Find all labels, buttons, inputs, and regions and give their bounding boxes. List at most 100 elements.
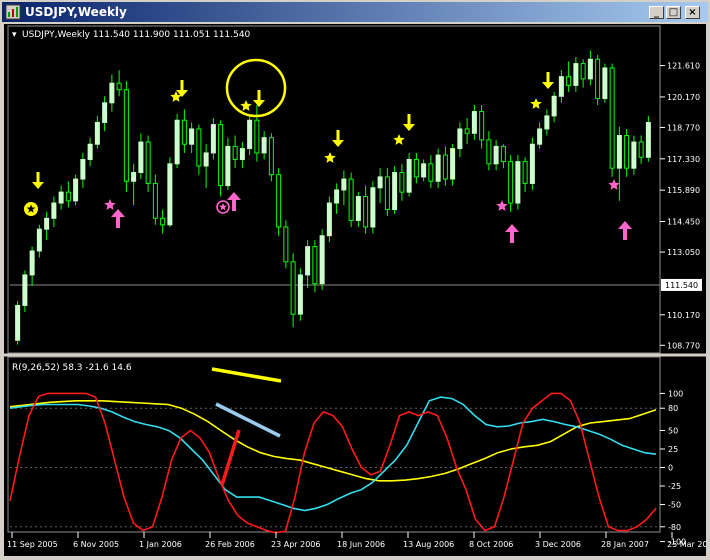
candle-body: [334, 189, 340, 204]
osc-tick-label: 25: [668, 445, 678, 454]
highlight-circle: [225, 58, 287, 118]
candle-body: [587, 58, 593, 80]
chart-canvas[interactable]: ▾ USDJPY,Weekly 111.540 111.900 111.051 …: [4, 24, 710, 556]
close-button[interactable]: ×: [685, 6, 700, 19]
price-tick-label: 121.610: [667, 62, 700, 71]
candle-body: [290, 261, 296, 315]
candle-body: [145, 141, 151, 184]
date-tick-label: 6 Nov 2005: [73, 540, 119, 549]
dropdown-triangle-icon[interactable]: ▾: [12, 30, 17, 40]
candle-body: [522, 161, 528, 184]
osc-tick-label: -80: [668, 523, 681, 532]
oscillator-label: R(9,26,52) 58.3 -21.6 14.6: [12, 363, 132, 373]
candle-body: [232, 145, 238, 160]
candle-body: [189, 128, 195, 145]
candle-body: [109, 82, 115, 104]
date-tick-label: 8 Oct 2006: [469, 540, 513, 549]
candle-body: [508, 161, 514, 204]
osc-tick-label: -50: [668, 501, 681, 510]
candle-body: [196, 128, 202, 167]
minimize-button[interactable]: _: [649, 6, 664, 19]
candle-body: [51, 202, 57, 219]
candle-body: [305, 246, 311, 276]
star-icon: [104, 199, 116, 210]
down-arrow-icon: [253, 90, 265, 107]
up-arrow-icon: [618, 221, 632, 240]
candle-body: [377, 176, 383, 189]
star-icon: [530, 98, 542, 109]
current-price-label: 111.540: [665, 281, 698, 290]
red-trend-line: [220, 429, 241, 486]
candle-body: [529, 143, 535, 184]
date-tick-label: 25 Mar 2007: [667, 540, 706, 549]
yellow-trend-line: [211, 367, 282, 383]
oscillator-line: [9, 396, 657, 512]
osc-tick-label: 50: [668, 426, 678, 435]
down-arrow-icon: [176, 80, 188, 97]
candle-body: [370, 187, 376, 228]
candle-body: [44, 217, 50, 230]
candle-body: [102, 102, 108, 123]
osc-tick-label: 80: [668, 404, 678, 413]
title-bar[interactable]: USDJPY,Weekly _ □ ×: [2, 2, 708, 22]
candle-body: [363, 196, 369, 228]
candle-body: [500, 145, 506, 163]
oscillator-line: [9, 399, 657, 482]
chart-window: USDJPY,Weekly _ □ × ▾ USDJPY,Weekly 111.…: [0, 0, 710, 559]
chart-header-label: USDJPY,Weekly 111.540 111.900 111.051 11…: [22, 30, 251, 40]
candle-body: [558, 76, 564, 97]
date-tick-label: 28 Jan 2007: [601, 540, 649, 549]
oscillator-line: [9, 392, 657, 534]
price-tick-label: 114.450: [667, 218, 700, 227]
candle-body: [537, 128, 543, 145]
price-tick-label: 113.050: [667, 248, 700, 257]
star-icon: [393, 134, 405, 145]
chart-area[interactable]: ▾ USDJPY,Weekly 111.540 111.900 111.051 …: [4, 24, 710, 556]
down-arrow-icon: [542, 72, 554, 89]
candle-body: [551, 95, 557, 117]
candle-body: [138, 141, 144, 174]
price-tick-label: 117.330: [667, 155, 700, 164]
oscillator-panel-frame: [7, 356, 661, 533]
date-tick-label: 3 Dec 2006: [535, 540, 581, 549]
candle-body: [355, 196, 361, 221]
candle-body: [471, 111, 477, 134]
candle-body: [225, 145, 231, 187]
up-arrow-icon: [111, 209, 125, 228]
candle-body: [181, 119, 187, 145]
price-panel-frame: [7, 25, 661, 354]
candle-body: [464, 128, 470, 134]
candle-body: [609, 67, 615, 169]
candle-body: [218, 124, 224, 187]
price-tick-label: 118.770: [667, 123, 700, 132]
candle-body: [247, 119, 253, 150]
candle-body: [268, 137, 274, 176]
candle-body: [65, 191, 71, 202]
candle-body: [203, 152, 209, 167]
candle-body: [297, 274, 303, 315]
candle-body: [544, 115, 550, 130]
candle-body: [210, 124, 216, 154]
candle-body: [58, 191, 64, 204]
down-arrow-icon: [403, 114, 415, 131]
candle-body: [116, 82, 122, 91]
date-tick-label: 23 Apr 2006: [271, 540, 320, 549]
price-tick-label: 115.890: [667, 186, 700, 195]
candle-body: [399, 172, 405, 193]
osc-tick-label: 0: [668, 464, 673, 473]
candle-body: [645, 121, 651, 158]
candle-body: [392, 172, 398, 211]
candle-body: [566, 76, 572, 86]
down-arrow-icon: [332, 130, 344, 147]
candle-body: [239, 148, 245, 160]
candle-body: [442, 154, 448, 180]
candle-body: [22, 274, 28, 306]
date-tick-label: 13 Aug 2006: [403, 540, 454, 549]
candle-body: [638, 141, 644, 158]
price-tick-label: 120.170: [667, 93, 700, 102]
candle-body: [573, 63, 579, 86]
star-icon: [324, 152, 336, 163]
candle-body: [348, 178, 354, 221]
maximize-button[interactable]: □: [666, 6, 681, 19]
candle-body: [167, 163, 173, 226]
